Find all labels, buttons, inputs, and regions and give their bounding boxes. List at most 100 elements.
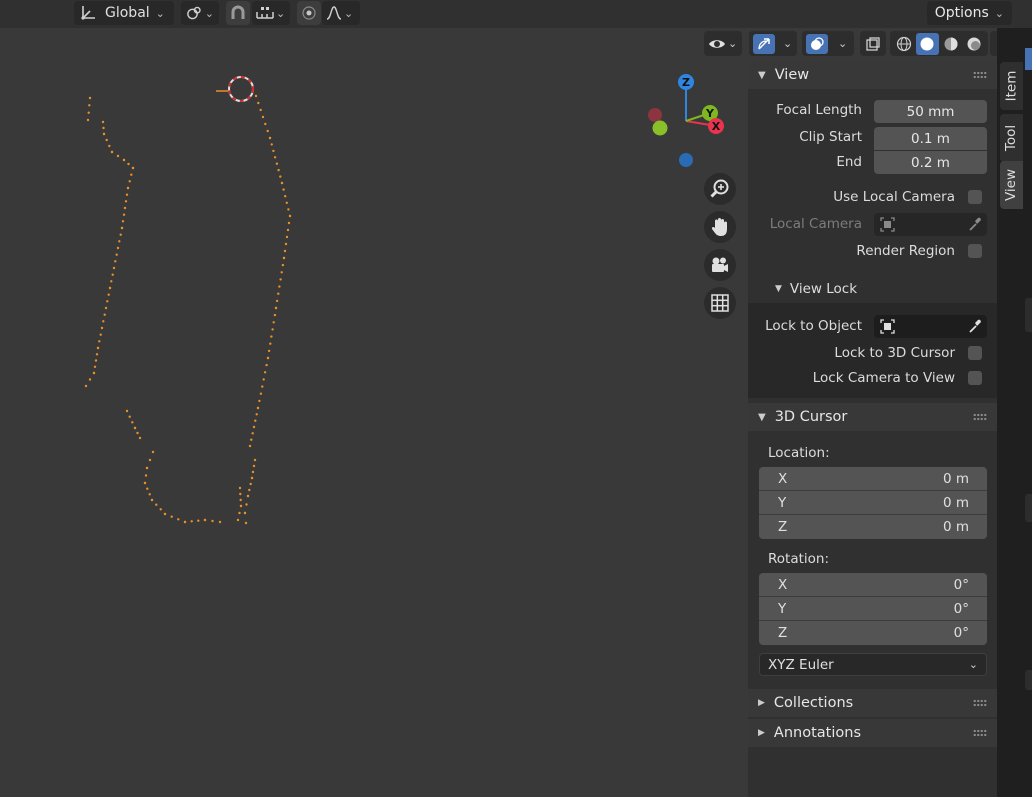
curve-point[interactable]: [122, 213, 126, 216]
proportional-editing-toggle[interactable]: [297, 1, 321, 25]
negative-z-axis[interactable]: [679, 153, 693, 167]
view-panel-header[interactable]: ▼ View: [748, 61, 997, 89]
curve-point[interactable]: [273, 156, 277, 159]
curve-point[interactable]: [251, 470, 255, 474]
tab-item[interactable]: Item: [1000, 62, 1023, 110]
curve-point[interactable]: [286, 228, 290, 232]
curve-point[interactable]: [264, 122, 267, 126]
curve-point[interactable]: [122, 158, 126, 162]
curve-point[interactable]: [98, 340, 101, 343]
curve-point[interactable]: [120, 226, 124, 230]
cursor-location-z-field[interactable]: Z 0 m: [759, 515, 987, 539]
curve-point[interactable]: [105, 138, 108, 142]
pan-button[interactable]: [704, 211, 736, 243]
curve-point[interactable]: [269, 342, 272, 345]
rendered-shading-button[interactable]: [963, 33, 987, 55]
curve-point[interactable]: [124, 200, 128, 203]
solid-shading-button[interactable]: [915, 32, 939, 55]
curve-point[interactable]: [250, 438, 253, 441]
curve-point[interactable]: [100, 326, 104, 330]
curve-point[interactable]: [287, 208, 290, 211]
curve-point[interactable]: [268, 136, 272, 140]
rotation-mode-select[interactable]: XYZ Euler ⌄: [759, 653, 987, 676]
tab-tool[interactable]: Tool: [1000, 114, 1023, 162]
curve-point[interactable]: [239, 492, 242, 496]
view-lock-subpanel-header[interactable]: ▼ View Lock: [748, 276, 997, 302]
curve-point[interactable]: [251, 432, 254, 435]
curve-point[interactable]: [281, 263, 285, 267]
curve-point[interactable]: [163, 512, 167, 516]
curve-point[interactable]: [238, 486, 242, 490]
proportional-falloff-dropdown[interactable]: ⌄: [322, 1, 360, 25]
curve-point[interactable]: [131, 166, 135, 170]
curve-point[interactable]: [155, 503, 158, 506]
curve-point[interactable]: [136, 431, 139, 435]
curve-point[interactable]: [108, 144, 111, 148]
wireframe-shading-button[interactable]: [892, 33, 916, 55]
lock-to-object-field[interactable]: [874, 315, 987, 338]
curve-point[interactable]: [102, 320, 105, 323]
curve-point[interactable]: [218, 520, 222, 524]
focal-length-field[interactable]: 50 mm: [874, 100, 987, 123]
curve-point[interactable]: [144, 474, 148, 477]
curve-point[interactable]: [138, 436, 142, 440]
cursor-location-x-field[interactable]: X 0 m: [759, 467, 987, 491]
curve-point[interactable]: [285, 201, 288, 204]
curve-point[interactable]: [275, 299, 279, 303]
curve-point[interactable]: [128, 180, 131, 183]
curve-point[interactable]: [272, 321, 275, 324]
curve-point[interactable]: [256, 406, 260, 410]
curve-point[interactable]: [108, 286, 112, 290]
transform-orientation-dropdown[interactable]: Global ⌄: [74, 1, 174, 25]
drag-handle-icon[interactable]: [973, 699, 987, 707]
snap-toggle[interactable]: [226, 1, 250, 25]
curve-point[interactable]: [112, 266, 116, 270]
curve-point[interactable]: [261, 115, 265, 119]
curve-point[interactable]: [248, 488, 251, 492]
xray-toggle[interactable]: [860, 31, 886, 56]
lock-camera-to-view-checkbox[interactable]: [968, 371, 982, 385]
curve-point[interactable]: [273, 313, 277, 317]
drag-handle-icon[interactable]: [973, 729, 987, 737]
curve-point[interactable]: [277, 168, 280, 172]
curve-point[interactable]: [148, 493, 151, 496]
curve-point[interactable]: [107, 293, 110, 296]
curve-point[interactable]: [261, 385, 264, 388]
curve-point[interactable]: [278, 285, 281, 288]
curve-point[interactable]: [86, 118, 90, 122]
curve-point[interactable]: [125, 409, 129, 413]
curve-point[interactable]: [274, 306, 278, 310]
curve-point[interactable]: [116, 154, 120, 158]
curve-point[interactable]: [99, 333, 102, 336]
curve-point[interactable]: [262, 378, 265, 381]
curve-point[interactable]: [88, 96, 92, 100]
clip-start-field[interactable]: 0.1 m: [874, 127, 987, 150]
curve-point[interactable]: [283, 249, 287, 253]
curve-point[interactable]: [250, 476, 254, 480]
scrollbar[interactable]: [1025, 298, 1032, 332]
curve-point[interactable]: [111, 273, 114, 276]
curve-point[interactable]: [249, 482, 252, 486]
render-region-checkbox[interactable]: [968, 244, 982, 258]
curve-point[interactable]: [127, 162, 130, 166]
overlays-toggle[interactable]: [806, 33, 828, 54]
curve-point[interactable]: [266, 356, 270, 360]
curve-point[interactable]: [275, 162, 279, 165]
curve-point[interactable]: [254, 419, 257, 422]
curve-point[interactable]: [263, 371, 267, 374]
gizmo-dropdown[interactable]: ⌄: [749, 31, 797, 56]
gizmo-toggle[interactable]: [753, 33, 775, 54]
curve-point[interactable]: [110, 280, 113, 283]
curve-point[interactable]: [123, 206, 127, 210]
curve-point[interactable]: [272, 149, 275, 153]
eyedropper-icon[interactable]: [968, 319, 982, 334]
snap-target-dropdown[interactable]: ⌄: [252, 1, 290, 25]
overlays-dropdown[interactable]: ⌄: [802, 31, 854, 56]
curve-point[interactable]: [285, 235, 289, 239]
pivot-point-dropdown[interactable]: ⌄: [181, 1, 219, 25]
curve-point[interactable]: [253, 458, 257, 462]
curve-point[interactable]: [197, 519, 200, 522]
curve-point[interactable]: [259, 108, 262, 112]
curve-point[interactable]: [245, 503, 248, 506]
curve-point[interactable]: [252, 425, 256, 429]
